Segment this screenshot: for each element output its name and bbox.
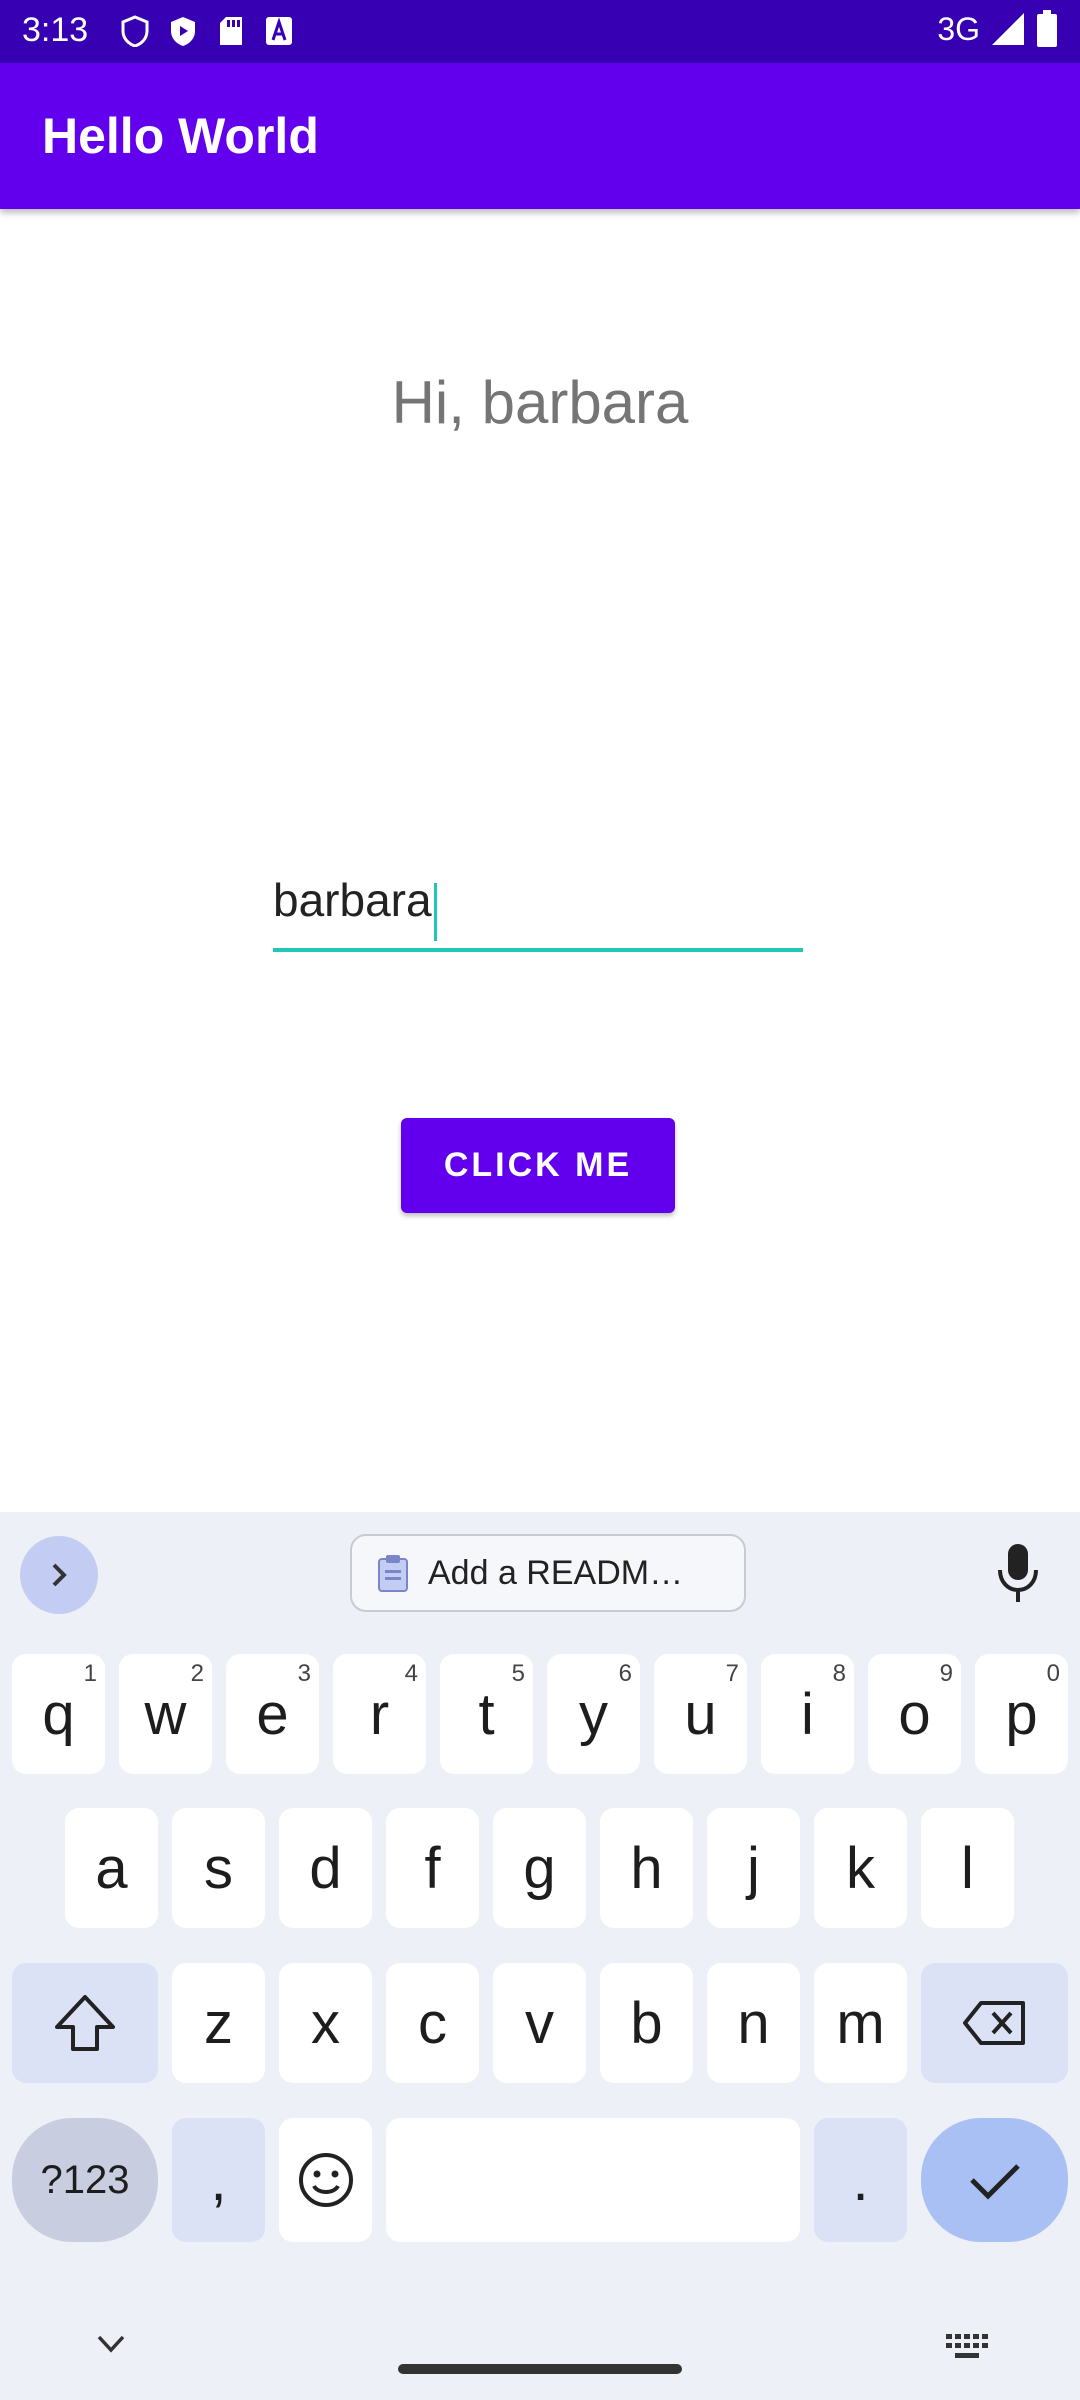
key-n[interactable]: n (707, 1963, 800, 2083)
name-input[interactable]: barbara (273, 864, 803, 952)
signal-icon (992, 13, 1024, 45)
system-status: 3G (937, 10, 1058, 48)
symbols-key[interactable]: ?123 (12, 2118, 158, 2242)
shift-arrow-icon (55, 1995, 115, 2051)
network-type: 3G (937, 10, 980, 47)
home-indicator[interactable] (398, 2364, 682, 2374)
click-me-button[interactable]: CLICK ME (401, 1118, 675, 1213)
key-z[interactable]: z (172, 1963, 265, 2083)
key-r[interactable]: r4 (333, 1654, 426, 1774)
greeting-text: Hi, barbara (391, 369, 689, 436)
key-m[interactable]: m (814, 1963, 907, 2083)
key-a[interactable]: a (65, 1808, 158, 1928)
key-p[interactable]: p0 (975, 1654, 1068, 1774)
microphone-icon[interactable] (996, 1542, 1040, 1606)
status-bar: 3:13 3G (0, 0, 1080, 63)
shield-outline-icon (118, 12, 152, 50)
status-time: 3:13 (22, 11, 89, 49)
shift-key[interactable] (12, 1963, 158, 2083)
key-y[interactable]: y6 (547, 1654, 640, 1774)
key-b[interactable]: b (600, 1963, 693, 2083)
key-t[interactable]: t5 (440, 1654, 533, 1774)
shield-play-icon (166, 12, 200, 50)
clipboard-suggestion-chip[interactable]: Add a READM… (350, 1534, 746, 1612)
font-a-icon (262, 12, 296, 50)
key-q[interactable]: q1 (12, 1654, 105, 1774)
key-l[interactable]: l (921, 1808, 1014, 1928)
emoji-icon (298, 2153, 353, 2207)
key-v[interactable]: v (493, 1963, 586, 2083)
app-title: Hello World (42, 108, 319, 164)
keyboard-switch-icon[interactable] (946, 2334, 990, 2360)
done-key[interactable] (921, 2118, 1068, 2242)
clipboard-icon (378, 1555, 408, 1592)
app-bar: Hello World (0, 63, 1080, 209)
key-o[interactable]: o9 (868, 1654, 961, 1774)
key-w[interactable]: w2 (119, 1654, 212, 1774)
period-key[interactable]: . (814, 2118, 907, 2242)
checkmark-icon (969, 2164, 1020, 2200)
key-i[interactable]: i8 (761, 1654, 854, 1774)
suggestion-text: Add a READM… (428, 1553, 684, 1592)
key-d[interactable]: d (279, 1808, 372, 1928)
space-key[interactable] (386, 2118, 800, 2242)
key-e[interactable]: e3 (226, 1654, 319, 1774)
key-h[interactable]: h (600, 1808, 693, 1928)
key-s[interactable]: s (172, 1808, 265, 1928)
key-g[interactable]: g (493, 1808, 586, 1928)
emoji-key[interactable] (279, 2118, 372, 2242)
sd-card-icon (214, 12, 248, 50)
key-k[interactable]: k (814, 1808, 907, 1928)
key-x[interactable]: x (279, 1963, 372, 2083)
key-f[interactable]: f (386, 1808, 479, 1928)
backspace-key[interactable] (921, 1963, 1068, 2083)
toolbar-expand-button[interactable] (20, 1536, 98, 1614)
key-j[interactable]: j (707, 1808, 800, 1928)
battery-icon (1037, 10, 1057, 47)
text-caret (433, 882, 437, 941)
backspace-icon (962, 2001, 1025, 2045)
notification-icons (118, 12, 296, 50)
key-c[interactable]: c (386, 1963, 479, 2083)
comma-key[interactable]: , (172, 2118, 265, 2242)
key-u[interactable]: u7 (654, 1654, 747, 1774)
chevron-right-icon (52, 1563, 67, 1587)
soft-keyboard: Add a READM… q1 w2 e3 r4 t5 y6 u7 i8 o9 … (0, 1512, 1080, 2400)
name-input-value: barbara (273, 874, 432, 926)
hide-keyboard-icon[interactable] (96, 2334, 126, 2354)
